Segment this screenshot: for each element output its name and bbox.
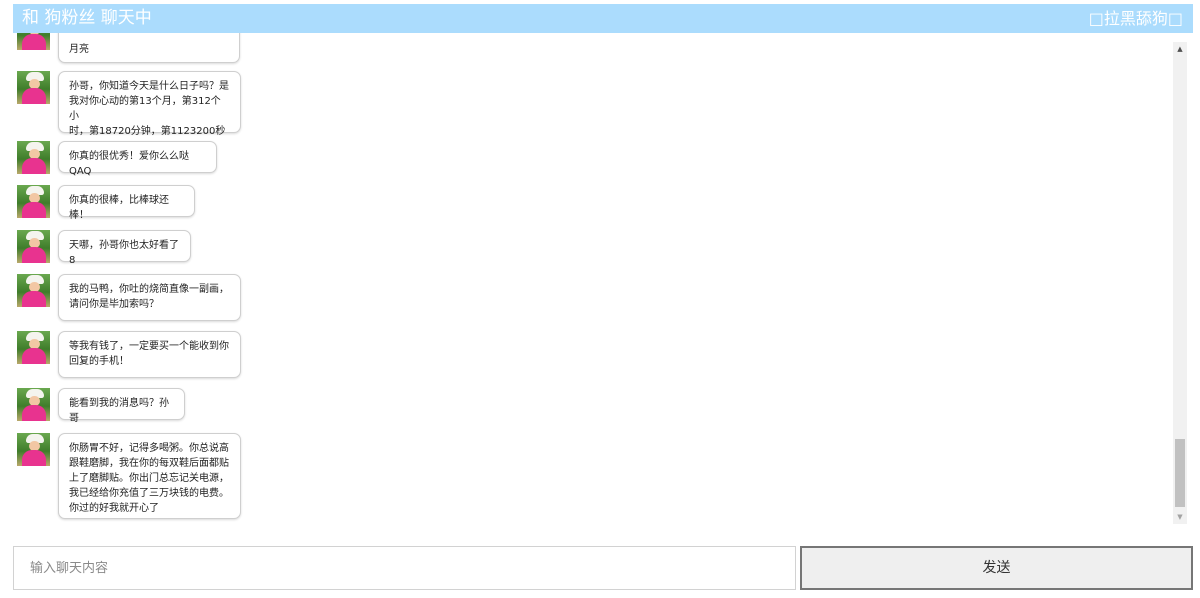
avatar (17, 433, 50, 466)
send-button[interactable]: 发送 (800, 546, 1193, 590)
message-bubble: 月亮 (58, 33, 240, 63)
message-bubble: 孙哥，你知道今天是什么日子吗？是 我对你心动的第13个月，第312个小 时，第1… (58, 71, 241, 137)
message-bubble: 我的马鸭，你吐的烧简直像一副画， 请问你是毕加索吗？ (58, 274, 241, 321)
avatar (17, 230, 50, 263)
message-bubble: 等我有钱了，一定要买一个能收到你 回复的手机！ (58, 331, 241, 378)
avatar (17, 33, 50, 50)
scroll-up-arrow-icon[interactable]: ▲ (1173, 42, 1187, 56)
message-bubble: 你真的很优秀！爱你么么哒QAQ (58, 141, 217, 177)
chat-header: 和 狗粉丝 聊天中 □拉黑舔狗□ (13, 4, 1193, 33)
avatar (17, 71, 50, 104)
message-list[interactable]: 月亮 孙哥，你知道今天是什么日子吗？是 我对你心动的第13个月，第312个小 时… (13, 33, 1173, 524)
scroll-down-arrow-icon[interactable]: ▼ (1173, 510, 1187, 524)
chat-title: 和 狗粉丝 聊天中 (22, 8, 152, 28)
message-bubble: 天哪，孙哥你也太好看了8 (58, 230, 191, 266)
message-input[interactable] (13, 546, 796, 590)
avatar (17, 331, 50, 364)
avatar (17, 141, 50, 174)
scrollbar-thumb[interactable] (1175, 439, 1185, 507)
message-bubble: 能看到我的消息吗？孙哥 (58, 388, 185, 424)
block-user-button[interactable]: □拉黑舔狗□ (1089, 9, 1183, 28)
avatar (17, 274, 50, 307)
avatar (17, 388, 50, 421)
avatar (17, 185, 50, 218)
message-bubble: 你真的很棒，比棒球还棒！ (58, 185, 195, 221)
vertical-scrollbar[interactable]: ▲ ▼ (1173, 42, 1187, 524)
message-bubble: 你肠胃不好，记得多喝粥。你总说高 跟鞋磨脚，我在你的每双鞋后面都贴 上了磨脚贴。… (58, 433, 241, 519)
